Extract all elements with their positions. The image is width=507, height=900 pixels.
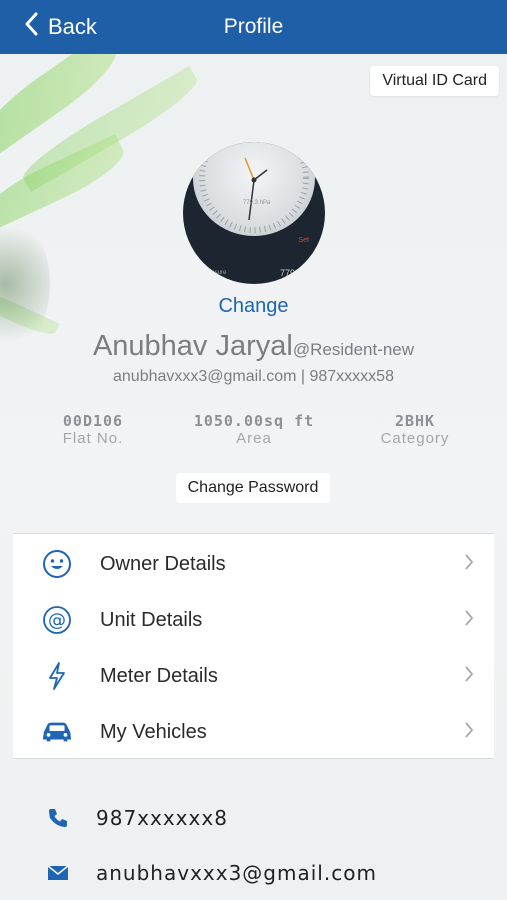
phone-icon [44, 804, 72, 832]
stat-label: Area [236, 430, 272, 447]
phone-row[interactable]: 987xxxxxx8 [0, 798, 507, 838]
menu-item-unit-details[interactable]: @ Unit Details [13, 592, 494, 648]
menu-item-owner-details[interactable]: Owner Details [13, 536, 494, 592]
stat-label: Flat No. [62, 430, 124, 447]
chevron-right-icon [464, 665, 474, 688]
profile-role: @Resident-new [292, 340, 415, 359]
phone-number: 987xxxxxx8 [96, 806, 228, 830]
barometer-image: 779.3 hPa [193, 142, 315, 236]
page-title: Profile [223, 15, 284, 38]
profile-contact-line: anubhavxxx3@gmail.com | 987xxxxx58 [113, 368, 394, 385]
car-icon [41, 716, 73, 748]
email-row[interactable]: anubhavxxx3@gmail.com [0, 853, 507, 893]
change-photo-link[interactable]: Change [0, 295, 507, 318]
stats-row: 00D106 Flat No. 1050.00sq ft Area 2BHK C… [0, 412, 507, 452]
dial-red-label: Set [298, 237, 309, 244]
at-icon: @ [41, 604, 73, 636]
menu-item-meter-details[interactable]: Meter Details [13, 648, 494, 704]
back-button[interactable]: Back [24, 10, 97, 44]
svg-text:@: @ [48, 610, 66, 631]
stat-label: Category [380, 430, 450, 447]
virtual-id-card-button[interactable]: Virtual ID Card [370, 66, 499, 96]
stat-area: 1050.00sq ft Area [185, 412, 323, 447]
stat-value: 00D106 [62, 412, 124, 430]
details-menu: Owner Details @ Unit Details Meter Detai… [13, 533, 494, 759]
dial-reading: 779.3 hPa [243, 200, 271, 206]
menu-item-label: Owner Details [100, 552, 226, 575]
stat-value: 2BHK [394, 412, 436, 430]
chevron-left-icon [24, 12, 48, 42]
menu-item-label: Unit Details [100, 608, 203, 631]
dial-number: 779 [279, 268, 295, 278]
email-address: anubhavxxx3@gmail.com [96, 861, 377, 885]
avatar[interactable]: 779.3 hPa Set pressure 779 [183, 142, 325, 284]
menu-item-label: Meter Details [100, 664, 218, 687]
lightning-icon [41, 660, 73, 692]
menu-item-label: My Vehicles [100, 720, 207, 743]
profile-name-row: Anubhav Jaryal@Resident-new [0, 330, 507, 363]
menu-item-my-vehicles[interactable]: My Vehicles [13, 704, 494, 760]
chevron-right-icon [464, 553, 474, 576]
smiley-icon [41, 548, 73, 580]
top-bar: Back Profile [0, 0, 507, 54]
dial-small-label: pressure [203, 270, 227, 276]
mail-icon [44, 859, 72, 887]
stat-category: 2BHK Category [370, 412, 460, 447]
stat-flat: 00D106 Flat No. [55, 412, 131, 447]
back-label: Back [48, 14, 97, 39]
chevron-right-icon [464, 609, 474, 632]
profile-name: Anubhav Jaryal [92, 330, 293, 362]
chevron-right-icon [464, 721, 474, 744]
stat-value: 1050.00sq ft [193, 412, 315, 430]
change-password-button[interactable]: Change Password [176, 473, 330, 503]
